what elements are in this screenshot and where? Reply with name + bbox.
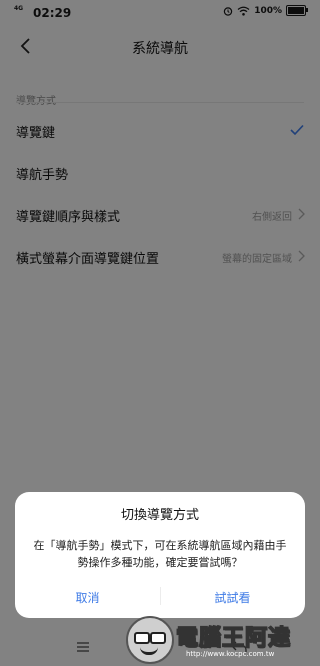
watermark: 電腦王阿達 http://www.kocpc.com.tw bbox=[126, 616, 316, 664]
watermark-text: 電腦王阿達 bbox=[175, 625, 292, 652]
mascot-logo-icon bbox=[126, 616, 174, 664]
watermark-url: http://www.kocpc.com.tw bbox=[186, 650, 275, 658]
switch-navigation-dialog: 切換導覽方式 在「導航手勢」模式下，可在系統導航區域內藉由手勢操作多種功能，確定… bbox=[15, 492, 305, 618]
dialog-message: 在「導航手勢」模式下，可在系統導航區域內藉由手勢操作多種功能，確定要嘗試嗎？ bbox=[33, 539, 287, 569]
try-it-button[interactable]: 試試看 bbox=[160, 589, 305, 606]
dialog-title: 切換導覽方式 bbox=[120, 508, 199, 523]
cancel-button[interactable]: 取消 bbox=[15, 589, 160, 606]
